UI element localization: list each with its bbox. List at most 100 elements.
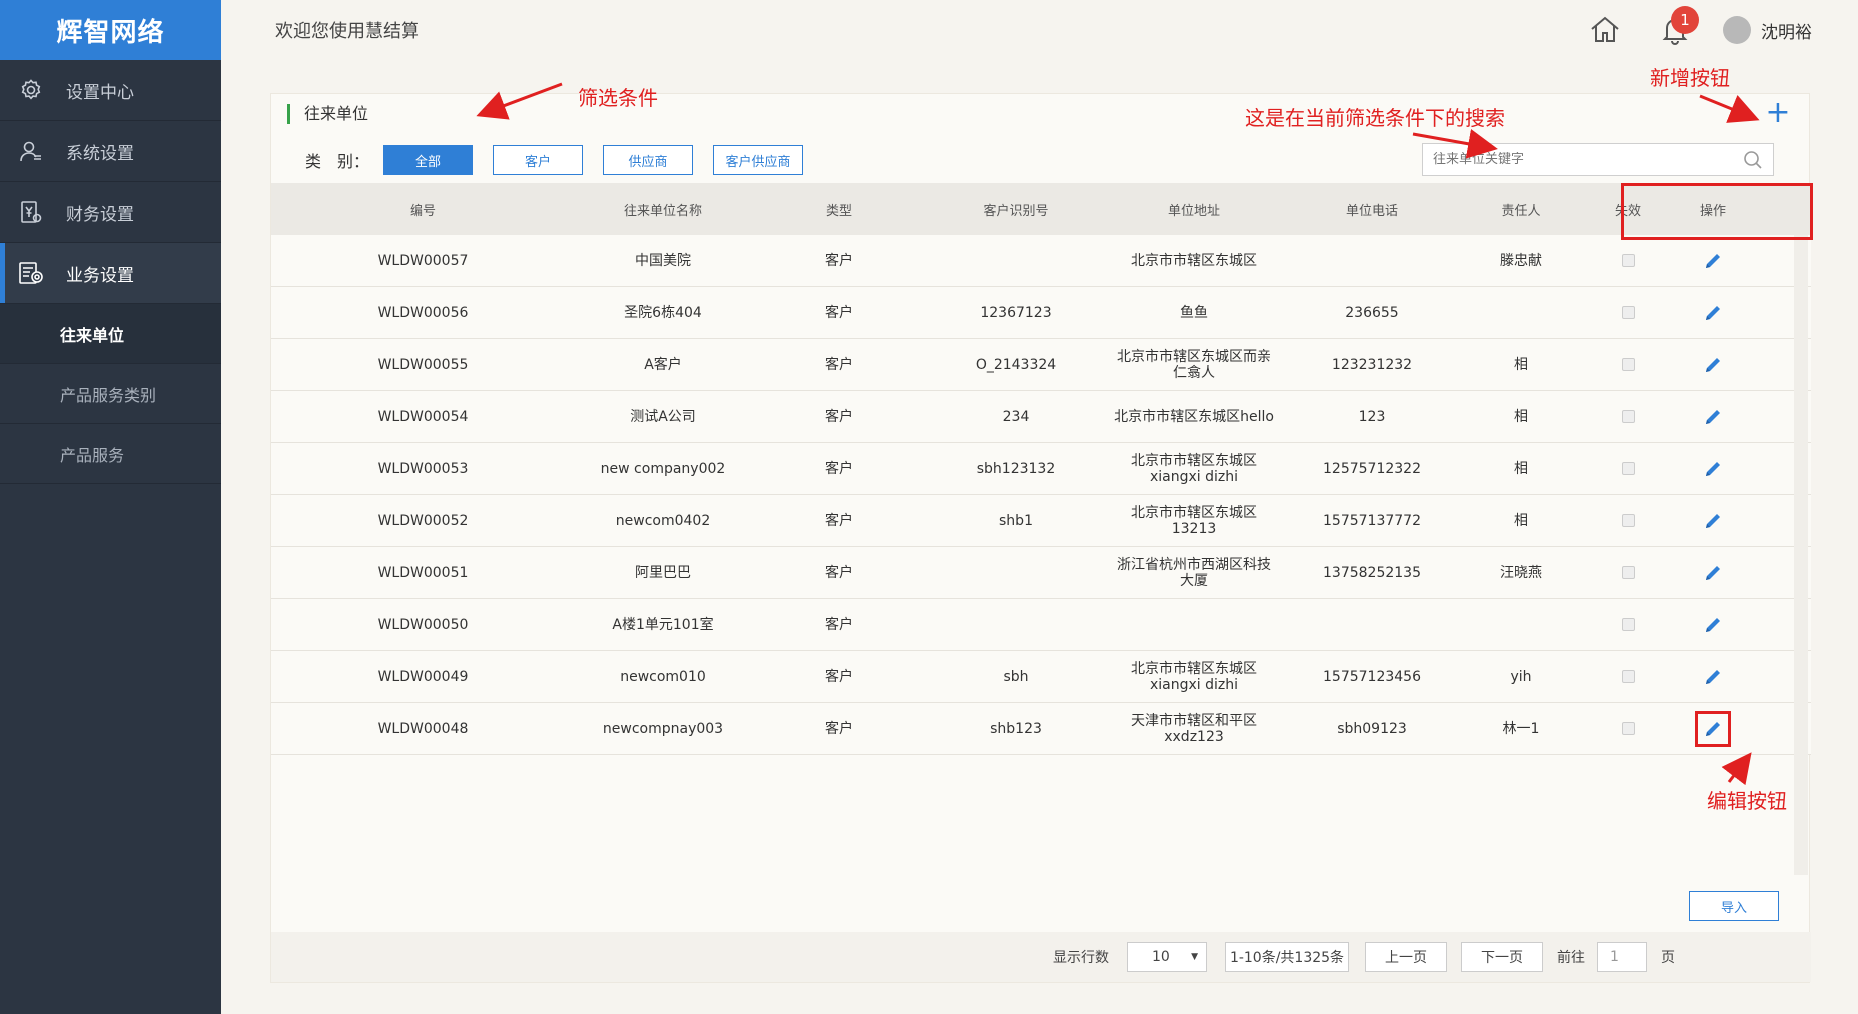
edit-icon[interactable] — [1695, 503, 1731, 539]
disabled-checkbox[interactable] — [1621, 670, 1635, 683]
disabled-checkbox[interactable] — [1621, 618, 1635, 631]
sidebar-item-system-settings[interactable]: 系统设置 — [0, 121, 221, 182]
bell-icon[interactable]: 1 — [1655, 6, 1699, 50]
cell-tax-id: shb123 — [990, 720, 1042, 737]
filter-supplier-button[interactable]: 供应商 — [603, 145, 694, 175]
cell-actions — [1675, 243, 1751, 279]
table-row: WLDW00051 阿里巴巴 客户 浙江省杭州市西湖区科技大厦 13758252135 汪… — [271, 547, 1811, 599]
cell-owner: 汪晓燕 — [1500, 564, 1542, 581]
edit-icon[interactable] — [1695, 659, 1731, 695]
edit-icon[interactable] — [1695, 347, 1731, 383]
edit-icon[interactable] — [1695, 399, 1731, 435]
cell-disabled — [1581, 305, 1675, 321]
edit-icon[interactable] — [1695, 607, 1731, 643]
import-button[interactable]: 导入 — [1689, 891, 1779, 921]
sidebar-item-label: 设置中心 — [66, 82, 134, 103]
disabled-checkbox[interactable] — [1621, 566, 1635, 579]
sidebar-item-finance-settings[interactable]: 财务设置 — [0, 182, 221, 243]
edit-icon[interactable] — [1695, 710, 1731, 747]
finance-doc-icon — [18, 199, 44, 225]
edit-icon[interactable] — [1695, 243, 1731, 279]
col-header-tax-id: 客户识别号 — [983, 203, 1049, 219]
sidebar-subitem-product-categories[interactable]: 产品服务类别 — [0, 364, 221, 424]
disabled-checkbox[interactable] — [1621, 358, 1635, 371]
cell-actions — [1675, 451, 1751, 487]
search-box — [1422, 143, 1774, 176]
user-menu[interactable]: 沈明裕 — [1723, 16, 1812, 44]
goto-page-input[interactable]: 1 — [1597, 942, 1647, 972]
home-icon[interactable] — [1585, 10, 1625, 50]
cell-actions — [1675, 710, 1751, 747]
annotation-filter: 筛选条件 — [578, 86, 658, 110]
cell-actions — [1675, 399, 1751, 435]
cell-type: 客户 — [825, 668, 853, 685]
cell-address: 鱼鱼 — [1180, 304, 1208, 321]
cell-type: 客户 — [825, 720, 853, 737]
cell-name: newcompnay003 — [602, 720, 724, 737]
goto-label: 前往 — [1557, 950, 1585, 966]
filter-customer-button[interactable]: 客户 — [493, 145, 584, 175]
cell-phone: sbh09123 — [1337, 720, 1407, 737]
cell-actions — [1675, 555, 1751, 591]
cell-owner: 相 — [1514, 460, 1528, 477]
cell-disabled — [1581, 617, 1675, 633]
disabled-checkbox[interactable] — [1621, 410, 1635, 423]
gear-icon — [18, 77, 44, 103]
caret-down-icon: ▼ — [1191, 952, 1198, 962]
cell-actions — [1675, 295, 1751, 331]
disabled-checkbox[interactable] — [1621, 722, 1635, 735]
disabled-checkbox[interactable] — [1621, 254, 1635, 267]
edit-icon[interactable] — [1695, 295, 1731, 331]
add-button[interactable]: + — [1763, 98, 1793, 129]
cell-actions — [1675, 607, 1751, 643]
rows-per-page-label: 显示行数 — [1053, 950, 1109, 966]
cell-address: 天津市市辖区和平区xxdz123 — [1131, 712, 1257, 745]
disabled-checkbox[interactable] — [1621, 306, 1635, 319]
cell-code: WLDW00050 — [377, 616, 469, 633]
filter-all-button[interactable]: 全部 — [383, 145, 474, 175]
sidebar-item-business-settings[interactable]: 业务设置 — [0, 243, 221, 304]
cell-phone: 15757137772 — [1323, 512, 1421, 529]
cell-actions — [1675, 347, 1751, 383]
cell-address: 北京市市辖区东城区而亲仁翕人 — [1117, 348, 1271, 381]
sidebar-subitem-partners[interactable]: 往来单位 — [0, 304, 221, 364]
filter-customer-supplier-button[interactable]: 客户供应商 — [713, 145, 804, 175]
cell-owner: 相 — [1514, 408, 1528, 425]
annotation-edit: 编辑按钮 — [1707, 789, 1787, 813]
cell-address: 北京市市辖区东城区xiangxi dizhi — [1131, 452, 1257, 485]
cell-tax-id: sbh123132 — [976, 460, 1056, 477]
cell-code: WLDW00048 — [377, 720, 469, 737]
pagination-bar: 显示行数 10 ▼ 1-10条/共1325条 上一页 下一页 前往 1 页 — [271, 932, 1811, 982]
edit-icon[interactable] — [1695, 555, 1731, 591]
cell-type: 客户 — [825, 304, 853, 321]
cell-code: WLDW00052 — [377, 512, 469, 529]
cell-phone: 123 — [1358, 408, 1386, 425]
cell-code: WLDW00053 — [377, 460, 469, 477]
cell-name: 中国美院 — [635, 252, 691, 269]
cell-tax-id: O_2143324 — [975, 356, 1057, 373]
panel-title: 往来单位 — [287, 104, 368, 124]
disabled-checkbox[interactable] — [1621, 462, 1635, 475]
col-header-phone: 单位电话 — [1345, 203, 1398, 219]
cell-phone: 123231232 — [1331, 356, 1413, 373]
cell-phone: 236655 — [1345, 304, 1399, 321]
search-input[interactable] — [1433, 152, 1733, 167]
table-scrollbar[interactable] — [1794, 235, 1808, 875]
sidebar-item-settings-center[interactable]: 设置中心 — [0, 60, 221, 121]
cell-actions — [1675, 659, 1751, 695]
cell-owner: 相 — [1514, 356, 1528, 373]
disabled-checkbox[interactable] — [1621, 514, 1635, 527]
prev-page-button[interactable]: 上一页 — [1365, 942, 1447, 972]
avatar — [1723, 16, 1751, 44]
cell-actions — [1675, 503, 1751, 539]
cell-name: 圣院6栋404 — [624, 304, 702, 321]
cell-name: 阿里巴巴 — [635, 564, 691, 581]
cell-tax-id: shb1 — [999, 512, 1033, 529]
search-icon[interactable] — [1743, 150, 1763, 174]
col-header-name: 往来单位名称 — [623, 203, 702, 219]
edit-icon[interactable] — [1695, 451, 1731, 487]
next-page-button[interactable]: 下一页 — [1461, 942, 1543, 972]
cell-type: 客户 — [825, 408, 853, 425]
sidebar-subitem-products[interactable]: 产品服务 — [0, 424, 221, 484]
rows-per-page-select[interactable]: 10 ▼ — [1127, 942, 1207, 972]
